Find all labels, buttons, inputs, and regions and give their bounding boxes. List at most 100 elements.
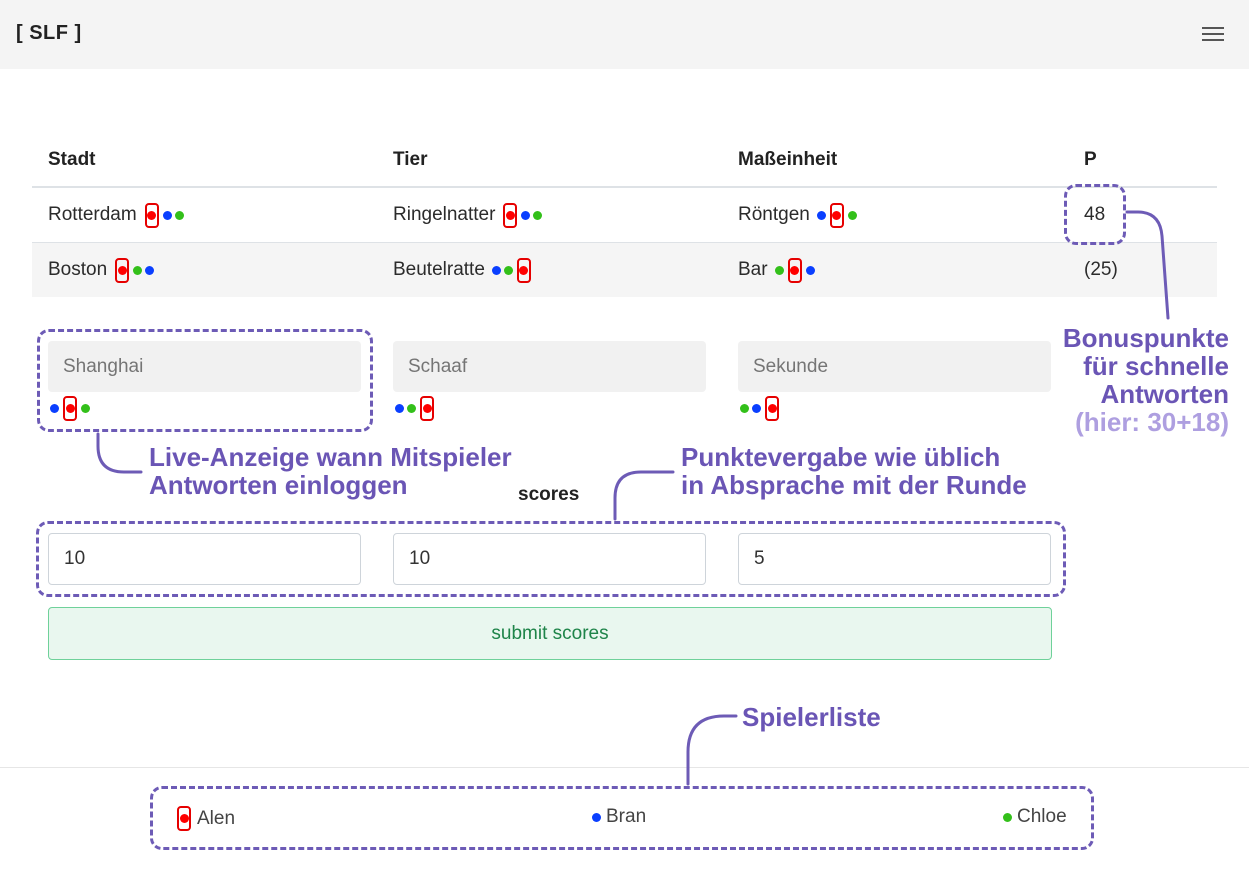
table-cell: Röntgen: [738, 200, 857, 230]
current-player-marker: [503, 202, 518, 228]
live-display-note: Live-Anzeige wann Mitspieler Antworten e…: [149, 443, 512, 499]
player-list-item-bran[interactable]: Bran: [592, 806, 646, 828]
player-dots: [144, 202, 184, 228]
column-header-tier: Tier: [393, 149, 428, 170]
answer-text: Boston: [48, 259, 108, 280]
player-dot-alen: [790, 265, 800, 275]
player-dot-chloe: [847, 210, 857, 220]
table-row-background: [32, 243, 1217, 297]
player-name: Alen: [197, 807, 236, 829]
table-cell: Bar: [738, 255, 815, 285]
player-dot-bran: [805, 265, 815, 275]
table-cell: Rotterdam: [48, 200, 184, 230]
player-list-note: Spielerliste: [742, 702, 881, 732]
note-line: Antworten einloggen: [149, 470, 408, 500]
footer-divider: [0, 767, 1249, 768]
player-dot-chloe: [774, 265, 784, 275]
player-dot-alen: [519, 265, 529, 275]
points-value: (25): [1084, 259, 1118, 280]
player-dot-bran: [162, 210, 172, 220]
table-cell: Boston: [48, 255, 155, 285]
player-dot-bran: [592, 812, 601, 822]
answer-text: Bar: [738, 259, 768, 280]
player-name: Bran: [606, 806, 647, 827]
player-dot-bran: [491, 265, 501, 275]
app-brand[interactable]: [ SLF ]: [16, 22, 82, 45]
player-dot-bran: [50, 404, 59, 413]
answer-text: Rotterdam: [48, 204, 137, 225]
note-line: Punktevergabe wie üblich: [681, 442, 1001, 472]
column-header-points: P: [1084, 149, 1097, 170]
points-value: 48: [1084, 204, 1106, 225]
note-line: in Absprache mit der Runde: [681, 470, 1027, 500]
player-dot-alen: [505, 210, 515, 220]
player-dot-bran: [521, 210, 531, 220]
player-dot-alen: [65, 404, 75, 413]
note-subline: (hier: 30+18): [1075, 407, 1229, 437]
answer-input-masseinheit[interactable]: [738, 341, 1051, 392]
current-player-marker: [765, 396, 779, 421]
column-header-masseinheit: Maßeinheit: [738, 149, 838, 170]
current-player-marker: [144, 202, 159, 228]
column-header-stadt: Stadt: [48, 149, 96, 170]
player-dot-chloe: [503, 265, 513, 275]
player-dots: [774, 257, 815, 283]
current-player-marker: [63, 396, 77, 421]
scoring-note: Punktevergabe wie üblich in Absprache mi…: [681, 443, 1027, 499]
player-dot-bran: [145, 265, 155, 275]
bonus-points-note: Bonuspunkte für schnelle Antworten (hier…: [1030, 324, 1229, 436]
table-cell: Ringelnatter: [393, 200, 543, 230]
player-dots: [491, 257, 532, 283]
scores-heading: scores: [518, 484, 580, 505]
player-name: Chloe: [1017, 806, 1067, 827]
player-list-item-chloe[interactable]: Chloe: [1003, 806, 1067, 828]
player-list-item-alen[interactable]: Alen: [176, 806, 235, 831]
current-player-marker: [115, 257, 130, 283]
top-navbar: [ SLF ]: [0, 0, 1249, 69]
annotation-connectors: [96, 210, 1170, 786]
hamburger-menu-icon[interactable]: [1202, 25, 1226, 43]
player-dot-alen: [832, 210, 842, 220]
live-status-dots: [50, 396, 90, 421]
player-dot-chloe: [133, 265, 143, 275]
player-dot-alen: [767, 404, 777, 413]
player-dot-alen: [179, 814, 189, 823]
current-player-marker: [177, 806, 191, 831]
score-input-tier[interactable]: [393, 533, 706, 585]
player-dot-chloe: [533, 210, 543, 220]
player-dots: [114, 257, 155, 283]
note-line: Live-Anzeige wann Mitspieler: [149, 442, 512, 472]
answer-text: Röntgen: [738, 204, 810, 225]
player-dot-alen: [117, 265, 127, 275]
player-dot-chloe: [407, 404, 416, 413]
header-divider: [32, 186, 1217, 188]
player-dot-alen: [147, 210, 157, 220]
note-line: Bonuspunkte: [1062, 323, 1229, 353]
player-dot-chloe: [740, 404, 749, 413]
current-player-marker: [516, 257, 531, 283]
answer-text: Beutelratte: [393, 259, 485, 280]
current-player-marker: [829, 202, 844, 228]
live-status-dots: [395, 396, 435, 421]
note-line: für schnelle: [1083, 351, 1229, 381]
score-input-stadt[interactable]: [48, 533, 361, 585]
player-dots: [502, 202, 543, 228]
score-input-masseinheit[interactable]: [738, 533, 1051, 585]
answer-text: Ringelnatter: [393, 204, 496, 225]
player-dot-chloe: [1003, 812, 1012, 822]
player-dot-chloe: [174, 210, 184, 220]
player-dot-bran: [816, 210, 826, 220]
player-dot-bran: [395, 404, 404, 413]
note-line: Antworten: [1100, 379, 1229, 409]
answer-input-stadt[interactable]: [48, 341, 361, 392]
player-dots: [816, 202, 857, 228]
answer-input-tier[interactable]: [393, 341, 706, 392]
current-player-marker: [787, 257, 802, 283]
current-player-marker: [420, 396, 434, 421]
player-dot-chloe: [81, 404, 90, 413]
player-dot-bran: [752, 404, 761, 413]
live-status-dots: [740, 396, 780, 421]
table-cell: Beutelratte: [393, 255, 532, 285]
submit-scores-button[interactable]: submit scores: [48, 607, 1052, 660]
player-dot-alen: [422, 404, 432, 413]
